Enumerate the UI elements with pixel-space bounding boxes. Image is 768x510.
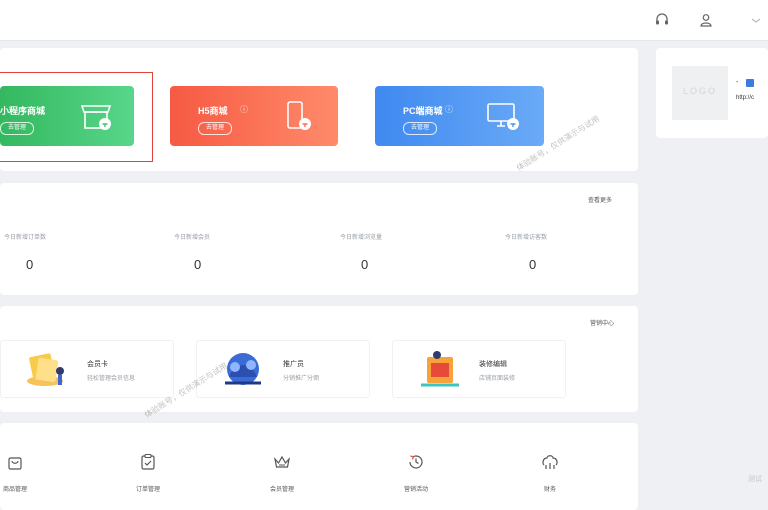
shop-logo: LOGO [672,66,728,120]
clock-icon [409,455,423,469]
stat-value: 0 [529,257,537,272]
decoration-icon [421,351,459,387]
tool-order-management[interactable]: 订单管理 [113,453,183,493]
quick-tools-panel: 商品管理 订单管理 会员管理 营销活动 财务 [0,423,638,510]
card-title: 小程序商城 [0,106,46,116]
card-title: H5商城 [198,106,228,116]
account-panel: LOGO - http://c [656,48,768,138]
tool-marketing-activities[interactable]: 营销活动 [381,453,451,493]
account-mark: - [736,79,739,86]
view-more-link[interactable]: 查看更多 [588,195,612,204]
pc-shop-card[interactable]: PC端商城 ⓘ 去管理 [375,86,544,146]
tool-finance[interactable]: 财务 [515,453,585,493]
bag-icon [8,457,22,470]
top-bar [0,0,768,41]
stat-value: 0 [26,257,34,272]
marketing-center-link[interactable]: 营销中心 [590,318,614,327]
manage-button[interactable]: 去管理 [198,122,233,135]
tool-label: 订单管理 [135,487,160,493]
tool-label: 营销活动 [403,487,428,493]
logo-placeholder-text: LOGO [682,86,717,96]
corner-text: 测试 [748,476,762,483]
store-icon [80,105,112,130]
tool-member-management[interactable]: 会员管理 [247,453,317,493]
marketing-panel: 营销中心 会员卡 轻松管理会员信息 推广员 分销推广分佣 装修编辑 店铺页面装修 [0,306,638,412]
feature-title: 推广员 [283,361,304,368]
feature-subtitle: 轻松管理会员信息 [87,376,136,382]
manage-button[interactable]: 去管理 [403,122,438,135]
mini-program-shop-card[interactable]: 小程序商城 去管理 [0,86,134,146]
chevron-down-icon[interactable] [748,12,764,28]
help-icon: ⓘ [240,105,248,114]
stat-label: 今日新增会员 [174,235,211,241]
stat-value: 0 [194,257,202,272]
finance-icon [542,455,558,469]
feature-card-membership[interactable]: 会员卡 轻松管理会员信息 [0,340,174,398]
tool-label: 会员管理 [269,487,294,493]
clipboard-icon [141,453,155,470]
phone-icon [287,101,311,130]
shop-url[interactable]: http://c [736,95,754,101]
help-icon: ⓘ [445,105,453,114]
membership-card-icon [27,353,64,386]
feature-subtitle: 店铺页面装修 [479,376,516,382]
h5-shop-card[interactable]: H5商城 ⓘ 去管理 [170,86,338,146]
feature-title: 会员卡 [87,361,108,368]
stat-label: 今日新增访客数 [505,235,548,241]
user-icon[interactable] [698,12,714,28]
tool-label: 财务 [543,487,556,493]
manage-button[interactable]: 去管理 [0,122,35,135]
tool-label: 商品管理 [2,487,27,493]
tool-product-management[interactable]: 商品管理 [0,453,50,493]
stat-label: 今日新增浏览量 [340,235,383,241]
feature-title: 装修编辑 [479,361,507,368]
feature-subtitle: 分销推广分佣 [283,376,320,382]
feature-card-decoration[interactable]: 装修编辑 店铺页面装修 [392,340,566,398]
crown-icon [274,455,290,468]
card-title: PC端商城 [403,106,443,116]
stat-value: 0 [361,257,369,272]
verified-badge [746,79,754,87]
headset-icon[interactable] [654,12,670,28]
monitor-icon [487,103,519,130]
stat-label: 今日新增订单数 [4,235,47,241]
stats-panel: 查看更多 今日新增订单数 0 今日新增会员 0 今日新增浏览量 0 今日新增访客… [0,183,638,295]
